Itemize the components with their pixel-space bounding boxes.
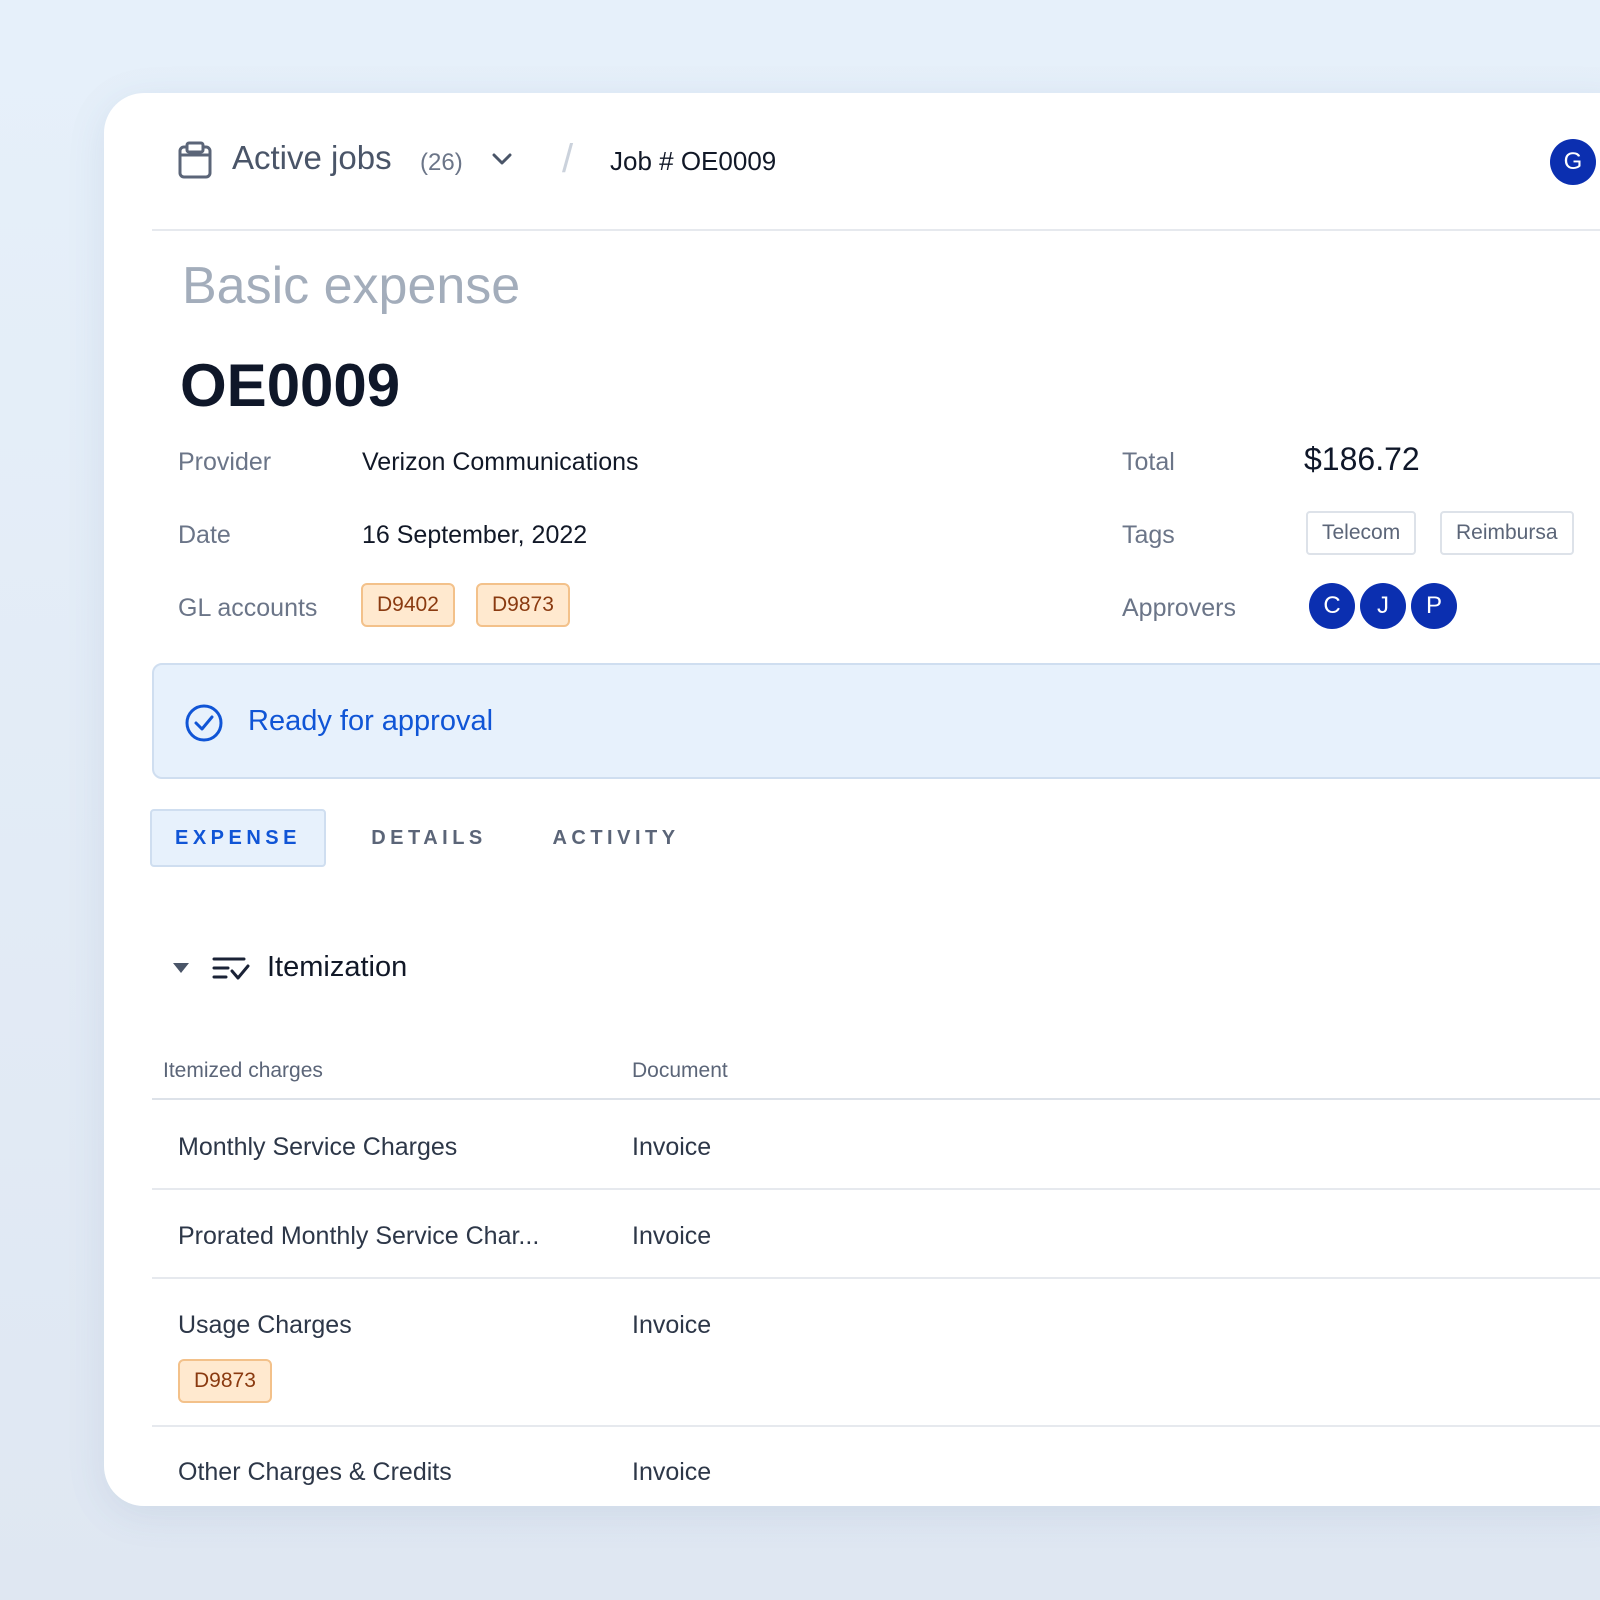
gl-account-chip[interactable]: D9402 [361, 583, 455, 627]
tab-details[interactable]: DETAILS [354, 809, 504, 867]
row-divider [152, 1425, 1600, 1427]
tag-chip[interactable]: Reimbursa [1440, 511, 1574, 555]
approver-avatar[interactable]: J [1360, 583, 1406, 629]
tab-activity[interactable]: ACTIVITY [536, 809, 696, 867]
total-label: Total [1122, 448, 1175, 476]
date-value: 16 September, 2022 [362, 521, 588, 549]
breadcrumb-job: Job # OE0009 [610, 146, 777, 176]
provider-value: Verizon Communications [362, 448, 639, 476]
gl-account-chip[interactable]: D9873 [178, 1359, 272, 1403]
date-label: Date [178, 521, 231, 549]
tags-label: Tags [1122, 521, 1175, 549]
gl-accounts-label: GL accounts [178, 594, 318, 622]
status-banner: Ready for approval [152, 663, 1600, 779]
row-divider [152, 1188, 1600, 1190]
column-header-document: Document [632, 1059, 728, 1082]
tab-expense[interactable]: EXPENSE [150, 809, 326, 867]
row-charge[interactable]: Prorated Monthly Service Char... [178, 1222, 598, 1251]
row-charge[interactable]: Other Charges & Credits [178, 1458, 598, 1487]
status-text: Ready for approval [248, 705, 494, 737]
breadcrumb-separator: / [562, 137, 574, 181]
clipboard-icon [178, 141, 212, 179]
expense-card: Active jobs (26) / Job # OE0009 G Basic … [104, 93, 1600, 1506]
row-charge[interactable]: Usage Charges [178, 1311, 598, 1340]
active-jobs-count: (26) [420, 149, 463, 176]
total-value: $186.72 [1304, 441, 1420, 477]
expense-type: Basic expense [182, 257, 521, 315]
collapse-caret-icon[interactable] [172, 961, 190, 975]
tag-chip[interactable]: Telecom [1306, 511, 1417, 555]
breadcrumb-active-jobs[interactable]: Active jobs [232, 139, 392, 177]
approver-avatar[interactable]: P [1411, 583, 1457, 629]
approvers-label: Approvers [1122, 594, 1236, 622]
provider-label: Provider [178, 448, 272, 476]
column-header-charges: Itemized charges [163, 1059, 323, 1082]
row-charge[interactable]: Monthly Service Charges [178, 1133, 598, 1162]
row-divider [152, 1277, 1600, 1279]
row-document[interactable]: Invoice [632, 1311, 711, 1340]
section-title: Itemization [267, 951, 408, 983]
row-document[interactable]: Invoice [632, 1133, 711, 1162]
approver-avatar[interactable]: C [1309, 583, 1355, 629]
row-document[interactable]: Invoice [632, 1458, 711, 1487]
chevron-down-icon[interactable] [490, 147, 514, 171]
checklist-icon [212, 957, 250, 980]
gl-account-chip[interactable]: D9873 [476, 583, 570, 627]
table-divider [152, 1098, 1600, 1100]
user-avatar[interactable]: G [1550, 139, 1596, 185]
check-circle-icon [185, 704, 223, 742]
page-title: OE0009 [180, 352, 401, 419]
row-document[interactable]: Invoice [632, 1222, 711, 1251]
top-bar: Active jobs (26) / Job # OE0009 G [152, 93, 1600, 231]
